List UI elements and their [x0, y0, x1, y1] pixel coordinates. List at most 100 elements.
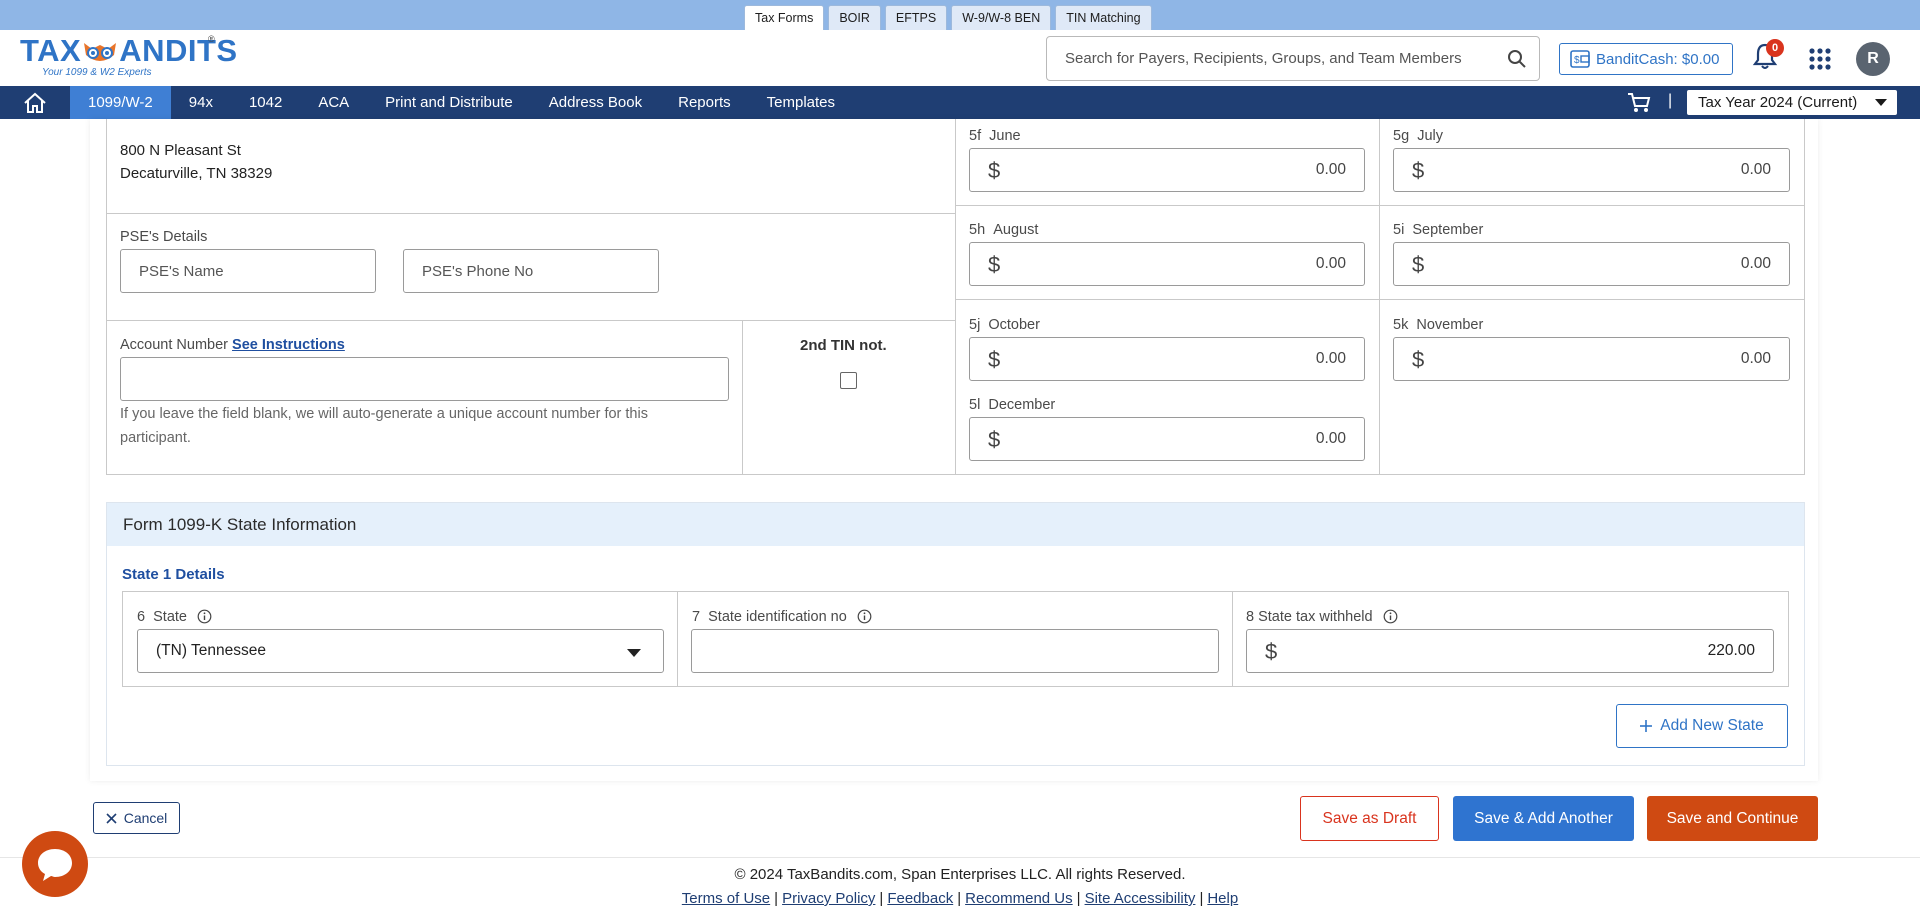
info-icon[interactable] [1383, 609, 1398, 624]
footer-link-recommend[interactable]: Recommend Us [965, 890, 1073, 907]
month-amount-july[interactable]: $0.00 [1393, 148, 1790, 192]
taxbandits-logo[interactable]: TAX ANDITS Your 1099 & W2 Experts ® [20, 33, 237, 82]
month-amount-october[interactable]: $0.00 [969, 337, 1365, 381]
nav-item-aca[interactable]: ACA [300, 86, 367, 119]
notification-count-badge: 0 [1766, 39, 1784, 57]
header: TAX ANDITS Your 1099 & W2 Experts ® Sear… [0, 30, 1920, 86]
state-id-label: 7 State identification no [692, 609, 872, 625]
month-label-august: 5h August [969, 222, 1039, 238]
footer-link-help[interactable]: Help [1207, 890, 1238, 907]
add-new-state-button[interactable]: Add New State [1616, 704, 1788, 748]
chat-widget-button[interactable] [22, 831, 88, 897]
month-amount-december[interactable]: $0.00 [969, 417, 1365, 461]
save-add-another-button[interactable]: Save & Add Another [1453, 796, 1634, 841]
caret-down-icon [627, 649, 641, 657]
search-icon[interactable] [1507, 49, 1527, 69]
nav-item-94x[interactable]: 94x [171, 86, 231, 119]
footer-link-terms[interactable]: Terms of Use [682, 890, 770, 907]
divider [742, 320, 743, 475]
nav-item-address-book[interactable]: Address Book [531, 86, 660, 119]
nav-item-1099-w2[interactable]: 1099/W-2 [70, 86, 171, 119]
wallet-icon: $ [1570, 50, 1590, 68]
month-amount-june[interactable]: $0.00 [969, 148, 1365, 192]
account-number-label: Account Number See Instructions [120, 337, 345, 353]
month-amount-august[interactable]: $0.00 [969, 242, 1365, 286]
payer-address-line2: Decaturville, TN 38329 [120, 165, 273, 182]
footer-link-privacy[interactable]: Privacy Policy [782, 890, 875, 907]
second-tin-checkbox[interactable] [840, 372, 857, 389]
product-tab-w9-w8ben[interactable]: W-9/W-8 BEN [951, 5, 1052, 30]
info-icon[interactable] [857, 609, 872, 624]
product-tab-tax-forms[interactable]: Tax Forms [744, 5, 825, 30]
divider [106, 213, 955, 214]
main-navbar: 1099/W-2 94x 1042 ACA Print and Distribu… [0, 86, 1920, 119]
tax-year-value: Tax Year 2024 (Current) [1698, 94, 1858, 111]
month-amount-september[interactable]: $0.00 [1393, 242, 1790, 286]
close-icon [106, 812, 117, 824]
global-search [1046, 36, 1540, 81]
cancel-button[interactable]: Cancel [93, 802, 180, 834]
user-avatar[interactable]: R [1856, 42, 1890, 76]
footer-link-accessibility[interactable]: Site Accessibility [1085, 890, 1196, 907]
state-label: 6 State [137, 609, 212, 625]
state-select[interactable]: (TN) Tennessee [137, 629, 664, 673]
pse-phone-input[interactable] [403, 249, 659, 293]
product-tab-tin-matching[interactable]: TIN Matching [1055, 5, 1152, 30]
owl-logo-icon [82, 38, 118, 64]
pse-name-input[interactable] [120, 249, 376, 293]
nav-item-print-distribute[interactable]: Print and Distribute [367, 86, 531, 119]
state-tax-withheld-label: 8 State tax withheld [1246, 609, 1398, 625]
bandit-cash-button[interactable]: $ BanditCash: $0.00 [1559, 43, 1733, 75]
divider [1232, 591, 1233, 687]
caret-down-icon [1875, 99, 1887, 106]
nav-items: 1099/W-2 94x 1042 ACA Print and Distribu… [70, 86, 853, 119]
see-instructions-link[interactable]: See Instructions [232, 337, 345, 353]
svg-text:$: $ [1574, 55, 1580, 66]
tax-year-select[interactable]: Tax Year 2024 (Current) [1687, 90, 1897, 115]
state-tax-withheld-input[interactable]: $ 220.00 [1246, 629, 1774, 673]
product-strip: Tax Forms BOIR EFTPS W-9/W-8 BEN TIN Mat… [0, 0, 1920, 30]
search-input[interactable] [1047, 37, 1487, 80]
month-label-december: 5l December [969, 397, 1056, 413]
cart-icon[interactable] [1627, 92, 1651, 114]
divider [106, 320, 955, 321]
logo-tagline: Your 1099 & W2 Experts [42, 67, 152, 78]
divider [1379, 119, 1380, 475]
bandit-cash-label: BanditCash: $0.00 [1596, 50, 1720, 68]
save-as-draft-button[interactable]: Save as Draft [1300, 796, 1439, 841]
save-continue-button[interactable]: Save and Continue [1647, 796, 1818, 841]
info-icon[interactable] [197, 609, 212, 624]
footer-links: Terms of Use | Privacy Policy | Feedback | Rec… [681, 890, 1239, 907]
plus-icon [1640, 720, 1653, 732]
month-label-october: 5j October [969, 317, 1040, 333]
product-tab-boir[interactable]: BOIR [828, 5, 881, 30]
apps-grid-icon[interactable] [1808, 47, 1832, 71]
nav-item-1042[interactable]: 1042 [231, 86, 300, 119]
product-tab-eftps[interactable]: EFTPS [884, 5, 948, 30]
divider [677, 591, 678, 687]
home-icon [24, 92, 46, 113]
month-label-september: 5i September [1393, 222, 1484, 238]
copyright-text: © 2024 TaxBandits.com, Span Enterprises … [734, 866, 1186, 883]
state-id-input[interactable] [691, 629, 1219, 673]
account-number-helper: If you leave the field blank, we will au… [120, 406, 648, 446]
nav-home-button[interactable] [0, 86, 70, 119]
state-section-header: Form 1099-K State Information [107, 503, 1804, 546]
product-tabs: Tax Forms BOIR EFTPS W-9/W-8 BEN TIN Mat… [744, 5, 1152, 30]
account-number-label-text: Account Number [120, 337, 228, 353]
nav-separator: | [1668, 92, 1673, 109]
nav-item-reports[interactable]: Reports [660, 86, 749, 119]
logo-text-right: ANDITS [119, 33, 238, 68]
registered-mark: ® [208, 34, 215, 44]
divider [955, 299, 1805, 300]
logo-text-left: TAX [20, 33, 82, 68]
notifications-button[interactable]: 0 [1752, 39, 1784, 72]
state-select-value: (TN) Tennessee [156, 642, 266, 659]
account-number-input[interactable] [120, 357, 729, 401]
nav-item-templates[interactable]: Templates [749, 86, 853, 119]
month-label-november: 5k November [1393, 317, 1484, 333]
month-amount-november[interactable]: $0.00 [1393, 337, 1790, 381]
divider [955, 205, 1805, 206]
footer-link-feedback[interactable]: Feedback [887, 890, 953, 907]
chat-icon [38, 849, 72, 881]
